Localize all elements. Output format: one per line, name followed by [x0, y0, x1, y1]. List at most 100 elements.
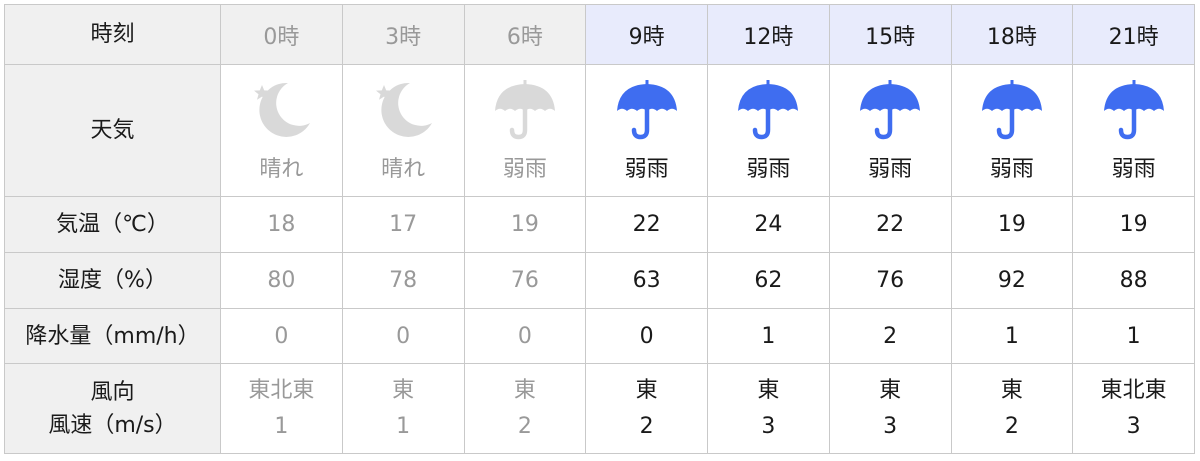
temperature-value: 19 [1072, 196, 1195, 253]
wind-cell-content: 東1 [343, 373, 464, 443]
weather-text: 弱雨 [624, 156, 669, 182]
wind-cell: 東北東 3 [1072, 363, 1195, 454]
wind-cell-content: 東北東 1 [221, 373, 342, 443]
weather-cell-content: 弱雨 [1073, 65, 1194, 196]
wind-cell-content: 東2 [952, 373, 1073, 443]
precipitation-value: 1 [1072, 308, 1195, 364]
temperature-value: 24 [707, 196, 830, 253]
weather-cell-content: 弱雨 [830, 65, 951, 196]
moon-icon [376, 82, 433, 137]
weather-text: 弱雨 [989, 156, 1034, 182]
precipitation-label: 降水量（mm/h） [4, 308, 221, 364]
weather-text: 弱雨 [868, 156, 913, 182]
wind-cell-content: 東2 [586, 373, 707, 443]
temperature-value: 17 [341, 196, 465, 253]
wind-speed-value: 3 [1126, 413, 1141, 439]
wind-direction-value: 東北東 [248, 378, 315, 404]
time-row: 時刻 0時 3時 6時 9時 12時 15時 18時 21時 [4, 4, 1195, 65]
temperature-value: 19 [950, 196, 1074, 253]
weather-cell: 弱雨 [828, 64, 952, 197]
umbrella-icon [738, 79, 799, 139]
umbrella-icon [981, 79, 1042, 139]
wind-speed-value: 2 [639, 413, 654, 439]
wind-label: 風向 風速（m/s） [4, 363, 221, 454]
forecast-container: 時刻 0時 3時 6時 9時 12時 15時 18時 21時 天気 晴れ 晴れ 弱雨 弱雨 弱雨 弱雨 弱… [4, 4, 1195, 454]
humidity-value: 92 [950, 252, 1074, 309]
weather-cell: 弱雨 [463, 64, 587, 197]
wind-direction-value: 東北東 [1100, 378, 1167, 404]
time-header: 0時 [220, 4, 343, 65]
wind-speed-value: 3 [883, 413, 898, 439]
temperature-value: 18 [220, 196, 343, 253]
precipitation-row: 降水量（mm/h） 00001211 [4, 308, 1195, 364]
time-header: 3時 [341, 4, 465, 65]
wind-cell: 東2 [585, 363, 708, 454]
temperature-value: 22 [585, 196, 708, 253]
weather-cell-content: 晴れ [343, 65, 464, 196]
wind-direction-value: 東 [757, 378, 780, 404]
time-header: 12時 [707, 4, 830, 65]
weather-cell: 晴れ [220, 64, 343, 197]
weather-cell: 晴れ [341, 64, 465, 197]
wind-direction-value: 東 [1000, 378, 1023, 404]
wind-direction-value: 東 [635, 378, 658, 404]
humidity-value: 88 [1072, 252, 1195, 309]
wind-speed-value: 1 [396, 413, 411, 439]
precipitation-value: 0 [463, 308, 587, 364]
weather-label: 天気 [4, 64, 221, 197]
weather-cell-content: 弱雨 [586, 65, 707, 196]
humidity-value: 76 [463, 252, 587, 309]
humidity-value: 76 [828, 252, 952, 309]
wind-cell: 東3 [707, 363, 830, 454]
wind-speed-value: 2 [1004, 413, 1019, 439]
wind-row: 風向 風速（m/s） 東北東 1 東 1 東 2 東 2 東 3 東 3 東 2 東北東 3 [4, 363, 1195, 454]
time-header: 18時 [950, 4, 1074, 65]
weather-text: 晴れ [259, 156, 304, 182]
weather-cell: 弱雨 [585, 64, 708, 197]
moon-icon [254, 82, 311, 137]
wind-speed-value: 3 [761, 413, 776, 439]
temperature-value: 22 [828, 196, 952, 253]
time-header: 15時 [828, 4, 952, 65]
temperature-value: 19 [463, 196, 587, 253]
precipitation-value: 1 [950, 308, 1074, 364]
humidity-value: 80 [220, 252, 343, 309]
time-header: 6時 [463, 4, 587, 65]
weather-text: 晴れ [381, 156, 426, 182]
wind-speed-value: 1 [274, 413, 289, 439]
humidity-row: 湿度（%） 80 78 76 63 62 76 92 88 [4, 252, 1195, 309]
wind-cell: 東2 [950, 363, 1074, 454]
wind-cell: 東3 [828, 363, 952, 454]
weather-cell: 弱雨 [707, 64, 830, 197]
precipitation-value: 0 [341, 308, 465, 364]
weather-text: 弱雨 [746, 156, 791, 182]
weather-cell-content: 晴れ [221, 65, 342, 196]
temperature-row: 気温（℃） 18 17 19 22 24 22 19 19 [4, 196, 1195, 253]
wind-speed-value: 2 [517, 413, 532, 439]
wind-speed-label: 風速（m/s） [48, 412, 177, 438]
wind-direction-label: 風向 [90, 379, 135, 405]
umbrella-icon [494, 79, 555, 139]
humidity-label: 湿度（%） [4, 252, 221, 309]
weather-cell: 弱雨 [950, 64, 1074, 197]
wind-direction-value: 東 [513, 378, 536, 404]
wind-cell: 東1 [341, 363, 465, 454]
weather-cell-content: 弱雨 [465, 65, 586, 196]
wind-cell-content: 東3 [830, 373, 951, 443]
umbrella-icon [1103, 79, 1164, 139]
humidity-value: 62 [707, 252, 830, 309]
wind-cell-content: 東2 [465, 373, 586, 443]
precipitation-value: 0 [220, 308, 343, 364]
temperature-label: 気温（℃） [4, 196, 221, 253]
wind-cell-content: 東3 [708, 373, 829, 443]
precipitation-value: 0 [585, 308, 708, 364]
wind-cell: 東北東 1 [220, 363, 343, 454]
wind-cell: 東2 [463, 363, 587, 454]
wind-direction-value: 東 [392, 378, 415, 404]
weather-text: 弱雨 [502, 156, 547, 182]
wind-direction-value: 東 [879, 378, 902, 404]
weather-cell: 弱雨 [1072, 64, 1195, 197]
umbrella-icon [616, 79, 677, 139]
time-header: 21時 [1072, 4, 1195, 65]
hourly-forecast-table: 時刻 0時 3時 6時 9時 12時 15時 18時 21時 天気 晴れ 晴れ 弱雨 弱雨 弱雨 弱雨 弱… [4, 4, 1195, 454]
